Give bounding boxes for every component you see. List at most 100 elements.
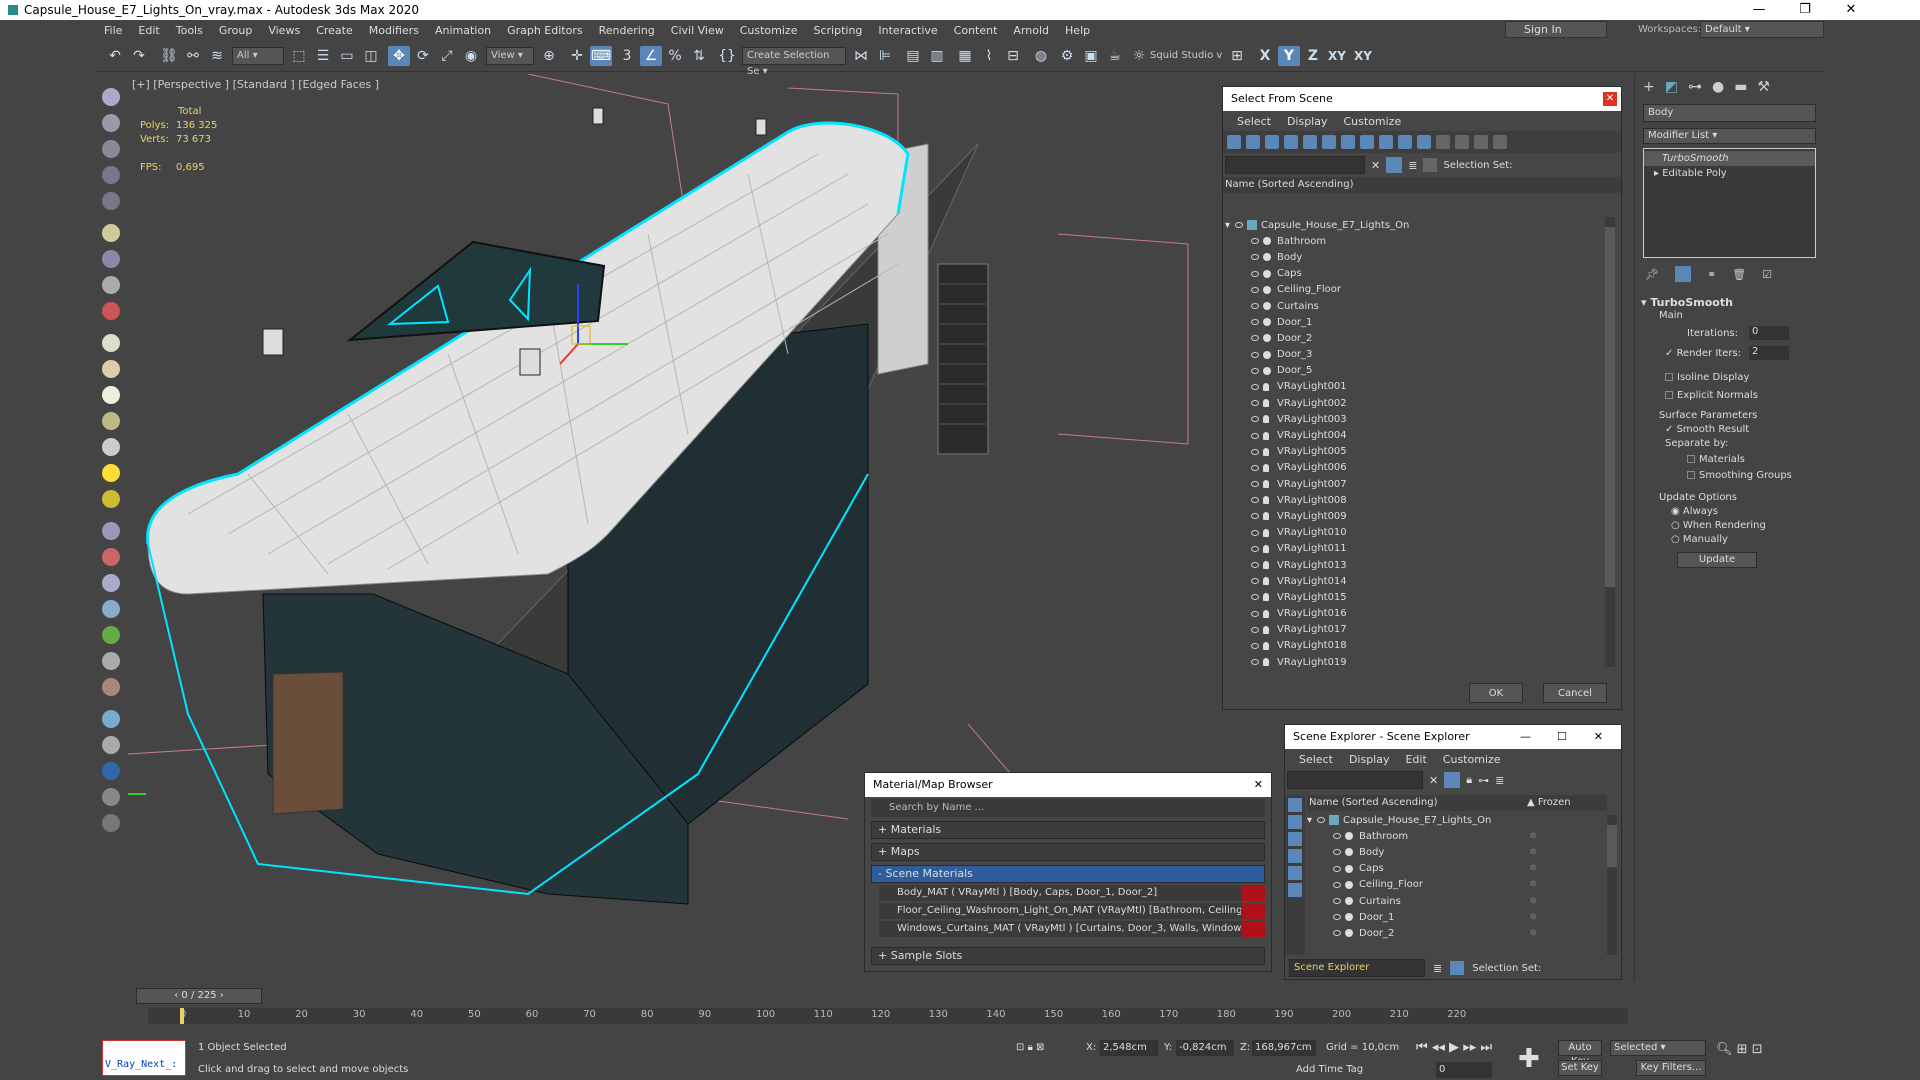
when-rendering-radio[interactable]: ○ When Rendering	[1671, 520, 1766, 531]
menu-content[interactable]: Content	[946, 24, 1006, 37]
visibility-icon[interactable]	[1251, 610, 1259, 617]
material-item[interactable]: Windows_Curtains_MAT ( VRayMtl ) [Curtai…	[879, 921, 1265, 937]
frozen-icon[interactable]: ❄	[1529, 928, 1537, 939]
list-item[interactable]: Caps ❄	[1307, 861, 1597, 877]
help-icon[interactable]	[102, 814, 120, 832]
visibility-icon[interactable]	[1317, 817, 1325, 824]
hf-icon[interactable]	[102, 652, 120, 670]
sfs-menu-display[interactable]: Display	[1279, 115, 1336, 128]
rendered-frame-window-icon[interactable]: ▣	[1080, 46, 1102, 66]
zoom-all-icon[interactable]: ⊞	[1737, 1042, 1748, 1057]
list-item[interactable]: Door_1	[1225, 314, 1605, 330]
materials-section[interactable]: + Materials	[871, 821, 1265, 839]
list-item[interactable]: VRayLight017	[1225, 622, 1605, 638]
filter-shapes-icon[interactable]	[1246, 135, 1260, 149]
plant-icon[interactable]	[102, 626, 120, 644]
manually-radio[interactable]: ○ Manually	[1671, 534, 1728, 545]
display-all-icon[interactable]	[1455, 135, 1469, 149]
list-item[interactable]: Door_3	[1225, 347, 1605, 363]
frozen-icon[interactable]: ❄	[1529, 863, 1537, 874]
visibility-icon[interactable]	[1251, 335, 1259, 342]
cone-icon[interactable]	[102, 438, 120, 456]
shell-icon[interactable]	[102, 678, 120, 696]
filter-lights-icon[interactable]	[1288, 832, 1302, 846]
visibility-icon[interactable]	[1251, 562, 1259, 569]
container-icon[interactable]	[102, 114, 120, 132]
render-iters-checkbox[interactable]: ✓ Render Iters:	[1665, 348, 1741, 359]
squid-studio-label[interactable]: Squid Studio v	[1150, 50, 1222, 61]
visibility-icon[interactable]	[1333, 930, 1341, 937]
close-button[interactable]: ✕	[1828, 0, 1874, 20]
unlink-icon[interactable]: ⚯	[182, 46, 204, 66]
sun-icon[interactable]	[102, 464, 120, 482]
zoom-icon[interactable]: 🔍︎	[1716, 1042, 1733, 1057]
filter-lights-icon[interactable]	[1265, 135, 1279, 149]
sfs-column-header[interactable]: Name (Sorted Ascending)	[1223, 177, 1621, 193]
viewport-label[interactable]: [+] [Perspective ] [Standard ] [Edged Fa…	[132, 78, 379, 91]
menu-rendering[interactable]: Rendering	[591, 24, 663, 37]
filter-spacewarps-icon[interactable]	[1288, 883, 1302, 897]
list-item[interactable]: VRayLight007	[1225, 476, 1605, 492]
render-iterative-icon[interactable]: ☼	[1128, 46, 1150, 66]
close-icon[interactable]: ✕	[1254, 773, 1263, 797]
filter-geometry-icon[interactable]	[1288, 798, 1302, 812]
axis-x-button[interactable]: X	[1254, 46, 1276, 66]
redo-icon[interactable]: ↷	[128, 46, 150, 66]
current-frame-field[interactable]: 0	[1436, 1062, 1492, 1078]
invert-display-icon[interactable]	[1493, 135, 1507, 149]
list-item[interactable]: VRayLight014	[1225, 573, 1605, 589]
zoom-extents-icon[interactable]: ⊡	[1752, 1042, 1763, 1057]
ok-button[interactable]: OK	[1469, 683, 1523, 703]
iterations-spinner[interactable]: 0	[1749, 326, 1789, 340]
menu-tools[interactable]: Tools	[168, 24, 211, 37]
frozen-icon[interactable]: ❄	[1529, 831, 1537, 842]
list-item[interactable]: VRayLight005	[1225, 444, 1605, 460]
menu-arnold[interactable]: Arnold	[1005, 24, 1057, 37]
list-item[interactable]: Bathroom	[1225, 233, 1605, 249]
list-item[interactable]: VRayLight015	[1225, 589, 1605, 605]
utilities-tab-icon[interactable]: ⚒	[1757, 79, 1770, 95]
materials-checkbox[interactable]: Materials	[1687, 454, 1745, 465]
manipulate-icon[interactable]: ✛	[566, 46, 588, 66]
visibility-icon[interactable]	[1251, 626, 1259, 633]
previous-frame-icon[interactable]: ◂◂	[1432, 1040, 1445, 1055]
motion-tab-icon[interactable]: ●	[1712, 79, 1724, 95]
list-item[interactable]: Caps	[1225, 266, 1605, 282]
list-item[interactable]: Body	[1225, 249, 1605, 265]
sphere-icon[interactable]	[102, 386, 120, 404]
list-item[interactable]: Curtains	[1225, 298, 1605, 314]
link-icon[interactable]: ⛓	[158, 46, 180, 66]
visibility-icon[interactable]	[1333, 849, 1341, 856]
menu-interactive[interactable]: Interactive	[870, 24, 945, 37]
layers-icon[interactable]: ≣	[1495, 774, 1504, 787]
layers-icon[interactable]: ≣	[1433, 962, 1442, 975]
undo-icon[interactable]: ↶	[104, 46, 126, 66]
pivot-center-icon[interactable]: ⊕	[538, 46, 560, 66]
configure-modifier-sets-icon[interactable]: ☑	[1762, 268, 1772, 281]
visibility-icon[interactable]	[1333, 881, 1341, 888]
list-item[interactable]: VRayLight013	[1225, 557, 1605, 573]
render-production-icon[interactable]: ☕	[1104, 46, 1126, 66]
filter-helpers-icon[interactable]	[1288, 866, 1302, 880]
render-icon[interactable]	[102, 788, 120, 806]
visibility-icon[interactable]	[1251, 481, 1259, 488]
visibility-icon[interactable]	[1251, 383, 1259, 390]
visibility-icon[interactable]	[1251, 254, 1259, 261]
clear-search-icon[interactable]: ✕	[1371, 159, 1380, 172]
hierarchy-icon[interactable]: ⊶	[1478, 774, 1489, 787]
material-icon[interactable]	[102, 736, 120, 754]
clear-search-icon[interactable]: ✕	[1429, 774, 1438, 787]
list-item[interactable]: VRayLight001	[1225, 379, 1605, 395]
list-item[interactable]: VRayLight003	[1225, 411, 1605, 427]
light-icon[interactable]	[102, 224, 120, 242]
layer-explorer-icon[interactable]: ▥	[926, 46, 948, 66]
x-coordinate-field[interactable]: 2,548cm	[1100, 1040, 1158, 1056]
set-key-button[interactable]: Set Key	[1558, 1060, 1602, 1076]
menu-graph-editors[interactable]: Graph Editors	[499, 24, 591, 37]
se-menu-select[interactable]: Select	[1291, 753, 1341, 766]
table-icon[interactable]	[102, 192, 120, 210]
menu-modifiers[interactable]: Modifiers	[361, 24, 427, 37]
render-iters-spinner[interactable]: 2	[1749, 346, 1789, 360]
frozen-icon[interactable]: ❄	[1529, 847, 1537, 858]
cancel-button[interactable]: Cancel	[1543, 683, 1607, 703]
